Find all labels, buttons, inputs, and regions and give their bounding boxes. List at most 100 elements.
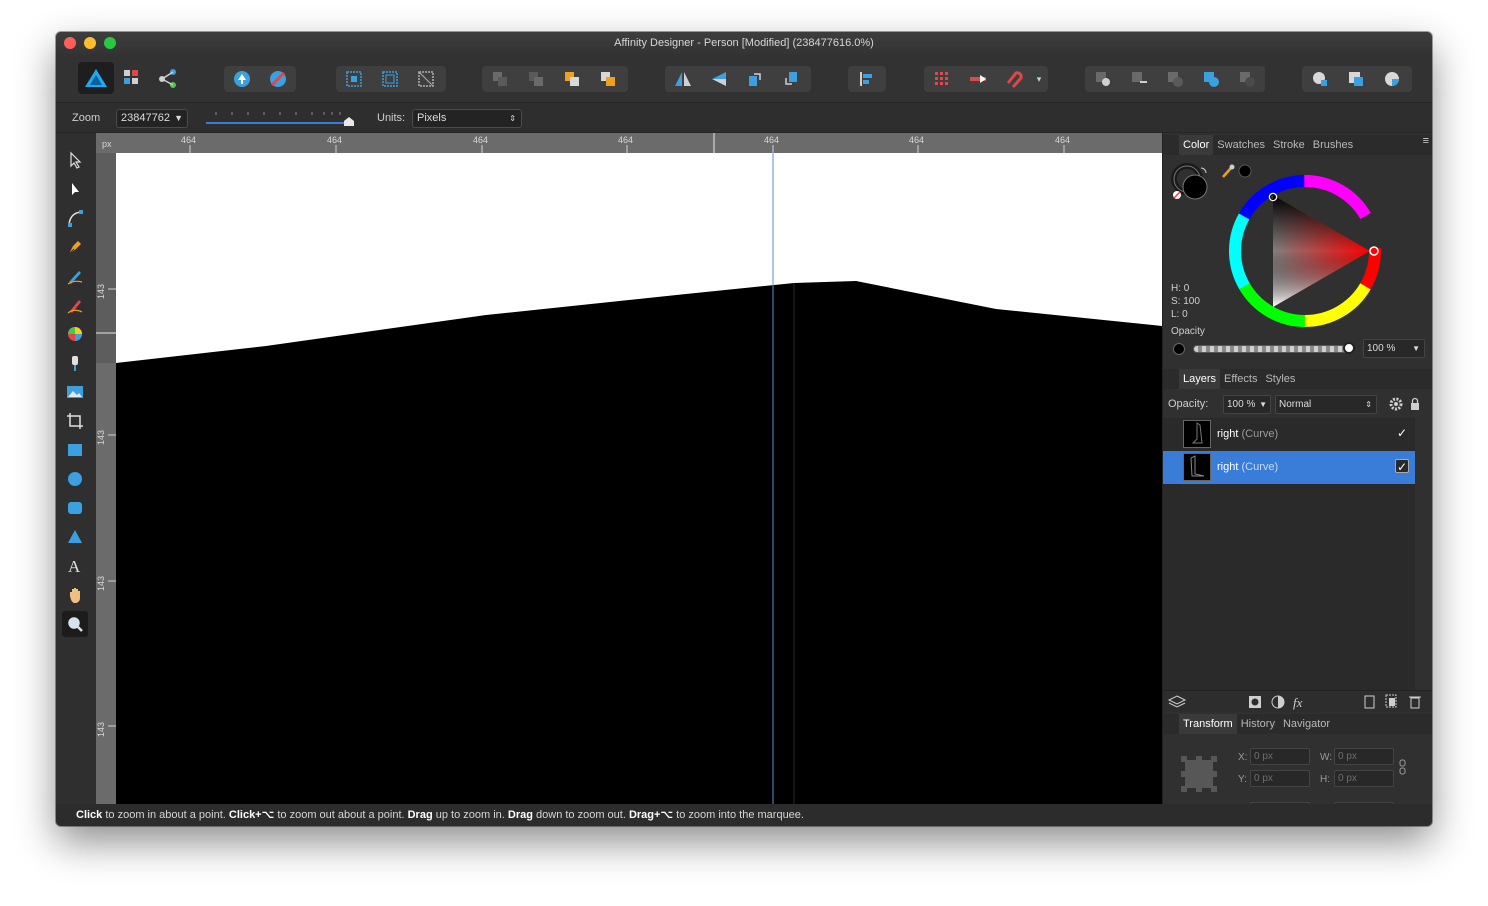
curve-thumbnail-icon <box>1190 455 1205 477</box>
fill-stroke-icon <box>1171 163 1208 200</box>
tab-styles[interactable]: Styles <box>1261 369 1299 389</box>
crop-tool[interactable] <box>62 408 88 434</box>
insert-inside-button[interactable] <box>1338 66 1374 92</box>
export-persona-icon <box>159 69 176 88</box>
color-wheel[interactable] <box>1227 173 1383 329</box>
units-label: Units: <box>377 112 406 124</box>
triangle-tool[interactable] <box>62 524 88 550</box>
layer-row[interactable]: right (Curve) ✓ <box>1163 418 1415 451</box>
tab-swatches[interactable]: Swatches <box>1213 135 1269 155</box>
subtract-button[interactable] <box>1121 66 1157 92</box>
flip-horizontal-button[interactable] <box>665 66 701 92</box>
canvas[interactable] <box>116 153 1162 804</box>
status-text: down to zoom out. <box>532 809 629 821</box>
vector-brush-tool[interactable] <box>62 292 88 318</box>
opacity-slider-handle[interactable] <box>1343 342 1355 354</box>
zoom-input[interactable]: 23847762 ▼ <box>116 109 188 128</box>
w-label: W: <box>1320 752 1333 763</box>
tab-effects[interactable]: Effects <box>1220 369 1261 389</box>
arrange-front-button[interactable] <box>590 66 626 92</box>
flip-vertical-button[interactable] <box>701 66 737 92</box>
fill-stroke-swatch[interactable] <box>1171 163 1211 203</box>
pencil-tool[interactable] <box>62 263 88 289</box>
layer-settings-button[interactable] <box>1389 397 1403 411</box>
point-transform-icon <box>68 210 83 227</box>
vertical-ruler[interactable]: 143 143 143 143 <box>96 153 116 804</box>
combine-button[interactable] <box>1193 66 1229 92</box>
transform-select-button[interactable] <box>336 66 372 92</box>
chevron-down-icon[interactable]: ▾ <box>1032 74 1046 85</box>
layer-row-selected[interactable]: right (Curve) ✓ <box>1163 451 1415 484</box>
arrange-backward-button[interactable] <box>518 66 554 92</box>
layer-opacity-value: 100 % <box>1227 399 1256 410</box>
layer-name-text: right <box>1217 428 1239 440</box>
zoom-tool[interactable] <box>62 611 88 637</box>
tab-transform[interactable]: Transform <box>1179 714 1237 734</box>
link-dimensions-button[interactable] <box>1399 759 1407 775</box>
tab-navigator[interactable]: Navigator <box>1279 714 1334 734</box>
divide-button[interactable] <box>1229 66 1265 92</box>
status-bold: Drag <box>507 809 533 821</box>
move-tool[interactable] <box>62 147 88 173</box>
pen-tool[interactable] <box>62 234 88 260</box>
layer-name: right (Curve) <box>1217 461 1278 473</box>
tab-stroke[interactable]: Stroke <box>1269 135 1309 155</box>
opacity-input[interactable]: 100 % ▼ <box>1363 339 1425 358</box>
tab-history[interactable]: History <box>1237 714 1279 734</box>
node-tool[interactable] <box>62 176 88 202</box>
transparency-tool[interactable] <box>62 350 88 376</box>
arrange-back-button[interactable] <box>482 66 518 92</box>
snap-toggle-button[interactable] <box>960 66 996 92</box>
fill-tool[interactable] <box>62 321 88 347</box>
transform-box-button[interactable] <box>408 66 444 92</box>
insert-front-button[interactable] <box>1374 66 1410 92</box>
snapping-button[interactable] <box>260 66 296 92</box>
intersect-button[interactable] <box>1157 66 1193 92</box>
insert-behind-button[interactable] <box>1302 66 1338 92</box>
add-button[interactable] <box>1085 66 1121 92</box>
ellipse-tool[interactable] <box>62 466 88 492</box>
tab-layers[interactable]: Layers <box>1179 369 1221 389</box>
grid-button[interactable] <box>924 66 960 92</box>
tab-color[interactable]: Color <box>1179 135 1214 155</box>
new-layer-icon <box>1364 695 1375 709</box>
export-persona-button[interactable] <box>150 62 186 94</box>
rectangle-tool[interactable] <box>62 437 88 463</box>
rotate-right-button[interactable] <box>773 66 809 92</box>
view-tool[interactable] <box>62 582 88 608</box>
pixel-persona-button[interactable] <box>114 62 150 94</box>
layer-opacity-input[interactable]: 100 % ▼ <box>1223 395 1271 414</box>
h-input[interactable]: 0 px <box>1334 770 1394 787</box>
layer-visibility-checkbox[interactable]: ✓ <box>1395 459 1409 474</box>
flip-rotate-group <box>665 66 811 92</box>
w-input[interactable]: 0 px <box>1334 748 1394 765</box>
maximize-window-button[interactable] <box>104 37 116 49</box>
horizontal-ruler[interactable]: px 464 464 464 464 464 464 464 <box>96 133 1162 153</box>
transform-origin-button[interactable] <box>372 66 408 92</box>
designer-persona-button[interactable] <box>78 62 114 94</box>
units-select[interactable]: Pixels ⇕ <box>412 109 522 128</box>
lock-button[interactable] <box>1409 397 1421 411</box>
zoom-slider[interactable] <box>204 109 354 129</box>
assistant-button[interactable] <box>224 66 260 92</box>
rotate-left-button[interactable] <box>737 66 773 92</box>
point-transform-tool[interactable] <box>62 205 88 231</box>
anchor-selector[interactable] <box>1179 754 1219 794</box>
ruler-label: 143 <box>96 575 106 591</box>
rounded-rectangle-tool[interactable] <box>62 495 88 521</box>
arrange-forward-button[interactable] <box>554 66 590 92</box>
align-button[interactable] <box>848 66 884 92</box>
panel-menu-icon[interactable]: ≡ <box>1423 135 1429 147</box>
blend-mode-select[interactable]: Normal ⇕ <box>1275 395 1377 414</box>
tab-brushes[interactable]: Brushes <box>1309 135 1357 155</box>
magnet-button[interactable] <box>996 66 1032 92</box>
close-window-button[interactable] <box>64 37 76 49</box>
text-tool[interactable]: A <box>62 553 88 579</box>
curve-shape <box>116 281 1162 804</box>
place-image-tool[interactable] <box>62 379 88 405</box>
layer-visibility-checkbox[interactable]: ✓ <box>1395 426 1409 440</box>
opacity-slider[interactable] <box>1193 345 1349 353</box>
x-input[interactable]: 0 px <box>1250 748 1310 765</box>
minimize-window-button[interactable] <box>84 37 96 49</box>
y-input[interactable]: 0 px <box>1250 770 1310 787</box>
